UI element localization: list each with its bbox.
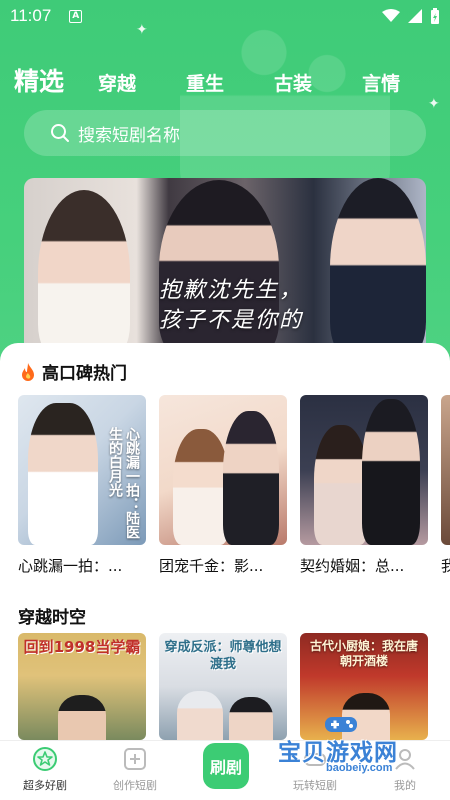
drama-title: 契约婚姻：总... — [300, 557, 405, 575]
binge-button[interactable]: 刷剧 — [203, 743, 249, 789]
hot-drama-row: 心跳漏一拍：陆医生的白月光 心跳漏一拍：... 团宠千金：影... 契约婚姻：总… — [18, 395, 450, 576]
watermark-url: baobeiy.com — [326, 762, 393, 774]
drama-card[interactable]: 我 — [441, 395, 450, 576]
tab-costume[interactable]: 古装 — [274, 69, 312, 96]
fire-icon — [22, 362, 34, 381]
content-panel: 高口碑热门 心跳漏一拍：陆医生的白月光 心跳漏一拍：... 团宠千金：影... … — [0, 343, 450, 740]
banner-caption: 抱歉沈先生， 孩子不是你的 — [159, 278, 304, 333]
drama-title: 团宠千金：影... — [159, 557, 264, 575]
signal-icon — [408, 9, 422, 23]
search-icon — [51, 124, 69, 142]
notification-icon: A — [69, 9, 83, 23]
drama-card[interactable]: 穿成反派：师尊他想渡我 — [159, 633, 287, 740]
section-title-time-travel: 穿越时空 — [18, 608, 86, 628]
drama-poster: 心跳漏一拍：陆医生的白月光 — [18, 395, 146, 545]
tab-romance[interactable]: 言情 — [362, 69, 400, 96]
status-bar: 11:07 A — [0, 0, 450, 32]
nav-create[interactable]: 创作短剧 — [90, 741, 180, 800]
category-tabs: 精选 穿越 重生 古装 言情 穿 — [14, 62, 450, 98]
drama-poster — [441, 395, 450, 545]
tab-featured[interactable]: 精选 — [14, 62, 64, 98]
time-travel-row: 回到1998当学霸 穿成反派：师尊他想渡我 古代小厨娘：我在唐朝开酒楼 — [18, 633, 428, 740]
hero-background: ✦ ✦ 11:07 A 精选 穿越 重生 古装 言情 穿 搜索短剧名称 抱歉沈先… — [0, 0, 450, 390]
drama-title: 心跳漏一拍：... — [18, 557, 123, 575]
drama-title: 我 — [441, 557, 450, 575]
drama-card[interactable]: 古代小厨娘：我在唐朝开酒楼 — [300, 633, 428, 740]
drama-card[interactable]: 契约婚姻：总... — [300, 395, 428, 576]
status-time: 11:07 — [10, 6, 52, 25]
drama-card[interactable]: 回到1998当学霸 — [18, 633, 146, 740]
tab-rebirth[interactable]: 重生 — [186, 69, 224, 96]
featured-banner[interactable]: 抱歉沈先生， 孩子不是你的 — [24, 178, 426, 358]
banner-figure — [38, 190, 130, 358]
nav-binge[interactable]: 刷剧 — [180, 741, 270, 800]
nav-home[interactable]: 超多好剧 — [0, 741, 90, 800]
gamepad-logo-icon — [325, 717, 357, 732]
drama-poster — [300, 395, 428, 545]
drama-poster: 穿成反派：师尊他想渡我 — [159, 633, 287, 740]
section-title-hot: 高口碑热门 — [18, 359, 127, 384]
create-plus-icon — [124, 748, 146, 770]
banner-figure — [330, 178, 426, 358]
sparkle-icon: ✦ — [428, 96, 440, 112]
battery-icon — [431, 8, 439, 24]
tab-time-travel[interactable]: 穿越 — [98, 69, 136, 96]
drama-card[interactable]: 心跳漏一拍：陆医生的白月光 心跳漏一拍：... — [18, 395, 146, 576]
wifi-icon — [382, 9, 400, 22]
star-badge-icon — [33, 747, 57, 771]
drama-card[interactable]: 团宠千金：影... — [159, 395, 287, 576]
search-input[interactable]: 搜索短剧名称 — [24, 110, 426, 156]
watermark: 宝贝游戏网 baobeiy.com — [278, 717, 428, 780]
drama-poster: 古代小厨娘：我在唐朝开酒楼 — [300, 633, 428, 740]
drama-poster: 回到1998当学霸 — [18, 633, 146, 740]
drama-poster — [159, 395, 287, 545]
search-placeholder: 搜索短剧名称 — [78, 125, 180, 146]
